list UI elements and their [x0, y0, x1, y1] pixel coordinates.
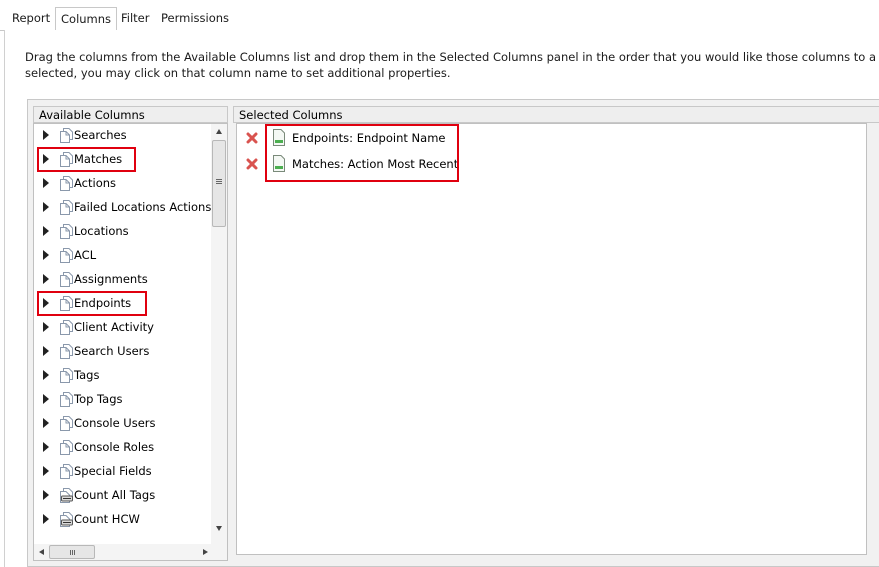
count-icon — [59, 487, 75, 503]
available-column-label: Top Tags — [74, 392, 123, 406]
remove-column-icon[interactable] — [245, 131, 259, 145]
tab-report[interactable]: Report — [7, 9, 55, 29]
pages-icon — [59, 175, 75, 191]
expand-arrow-icon[interactable] — [43, 514, 49, 524]
tab-permissions[interactable]: Permissions — [156, 9, 234, 29]
available-column-label: ACL — [74, 248, 97, 262]
selected-columns-header: Selected Columns — [233, 106, 879, 123]
available-column-label: Searches — [74, 128, 127, 142]
available-column-item[interactable]: Special Fields — [34, 460, 210, 482]
available-column-label: Count HCW — [74, 512, 140, 526]
grip-line — [72, 550, 73, 555]
pages-icon — [59, 391, 75, 407]
expand-arrow-icon[interactable] — [43, 226, 49, 236]
tab-columns[interactable]: Columns — [55, 7, 118, 31]
available-column-item[interactable]: Console Users — [34, 412, 210, 434]
available-column-item[interactable]: Tags — [34, 364, 210, 386]
scroll-left-arrow-icon[interactable] — [39, 549, 44, 555]
available-column-item[interactable]: Searches — [34, 124, 210, 146]
pages-icon — [59, 367, 75, 383]
instructions-text: Drag the columns from the Available Colu… — [25, 49, 875, 81]
available-column-item[interactable]: Actions — [34, 172, 210, 194]
available-column-label: Count All Tags — [74, 488, 156, 502]
pages-icon — [59, 439, 75, 455]
pages-icon — [59, 223, 75, 239]
available-column-label: Special Fields — [74, 464, 152, 478]
pages-icon — [59, 271, 75, 287]
vertical-scrollbar[interactable] — [211, 124, 227, 544]
grip-line — [216, 181, 222, 182]
available-column-label: Assignments — [74, 272, 148, 286]
expand-arrow-icon[interactable] — [43, 394, 49, 404]
selected-columns-list[interactable]: Endpoints: Endpoint Name Matches: Action … — [236, 123, 867, 555]
grip-line — [216, 183, 222, 184]
expand-arrow-icon[interactable] — [43, 346, 49, 356]
pages-icon — [59, 463, 75, 479]
expand-arrow-icon[interactable] — [43, 202, 49, 212]
highlight-box-endpoints — [37, 291, 147, 316]
pages-icon — [59, 127, 75, 143]
available-column-label: Console Users — [74, 416, 156, 430]
scroll-up-arrow-icon[interactable] — [216, 129, 222, 134]
pages-icon — [59, 199, 75, 215]
instructions-line-2: selected, you may click on that column n… — [25, 66, 451, 80]
available-column-label: Console Roles — [74, 440, 155, 454]
expand-arrow-icon[interactable] — [43, 490, 49, 500]
columns-tab-content: Drag the columns from the Available Colu… — [4, 30, 879, 567]
expand-arrow-icon[interactable] — [43, 250, 49, 260]
available-column-item[interactable]: Console Roles — [34, 436, 210, 458]
tab-bar: Report Columns Filter Permissions — [0, 0, 879, 31]
available-column-label: Locations — [74, 224, 129, 238]
pages-icon — [59, 319, 75, 335]
available-column-item[interactable]: Count HCW — [34, 508, 210, 530]
scroll-down-arrow-icon[interactable] — [216, 526, 222, 531]
expand-arrow-icon[interactable] — [43, 370, 49, 380]
expand-arrow-icon[interactable] — [43, 418, 49, 428]
available-column-label: Client Activity — [74, 320, 154, 334]
available-column-item[interactable]: Top Tags — [34, 388, 210, 410]
horizontal-scrollbar[interactable] — [34, 544, 227, 560]
expand-arrow-icon[interactable] — [43, 130, 49, 140]
available-column-item[interactable]: Assignments — [34, 268, 210, 290]
grip-line — [74, 550, 75, 555]
grip-line — [70, 550, 71, 555]
instructions-line-1: Drag the columns from the Available Colu… — [25, 50, 875, 64]
columns-editor: Available Columns Searches Matches Actions… — [27, 99, 879, 567]
remove-column-icon[interactable] — [245, 157, 259, 171]
available-column-item[interactable]: Locations — [34, 220, 210, 242]
vertical-scroll-thumb[interactable] — [212, 140, 226, 227]
highlight-box-selected-columns — [265, 124, 459, 182]
highlight-box-matches — [37, 147, 136, 172]
available-columns-header: Available Columns — [33, 106, 228, 123]
available-column-item[interactable]: Client Activity — [34, 316, 210, 338]
expand-arrow-icon[interactable] — [43, 466, 49, 476]
available-column-label: Actions — [74, 176, 117, 190]
expand-arrow-icon[interactable] — [43, 442, 49, 452]
pages-icon — [59, 415, 75, 431]
available-column-item[interactable]: Count All Tags — [34, 484, 210, 506]
available-column-label: Search Users — [74, 344, 150, 358]
available-column-item[interactable]: Search Users — [34, 340, 210, 362]
grip-line — [216, 179, 222, 180]
expand-arrow-icon[interactable] — [43, 178, 49, 188]
available-column-item[interactable]: ACL — [34, 244, 210, 266]
expand-arrow-icon[interactable] — [43, 274, 49, 284]
expand-arrow-icon[interactable] — [43, 322, 49, 332]
available-columns-list[interactable]: Searches Matches Actions Failed Locations A… — [33, 123, 228, 561]
available-column-label: Tags — [74, 368, 100, 382]
scroll-right-arrow-icon[interactable] — [203, 549, 208, 555]
pages-icon — [59, 343, 75, 359]
count-icon — [59, 511, 75, 527]
available-column-item[interactable]: Failed Locations Actions — [34, 196, 212, 218]
horizontal-scroll-thumb[interactable] — [49, 545, 95, 559]
pages-icon — [59, 247, 75, 263]
available-column-label: Failed Locations Actions — [74, 200, 212, 214]
tab-filter[interactable]: Filter — [116, 9, 154, 29]
